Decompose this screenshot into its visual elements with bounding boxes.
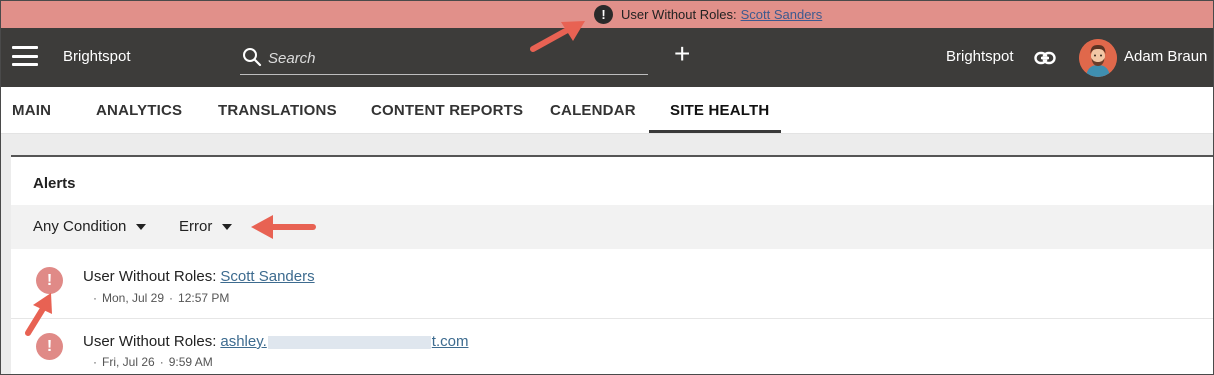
alert-user-link[interactable]: ashley. t.com: [220, 333, 468, 350]
annotation-arrow: [25, 293, 52, 336]
alert-time: 9:59 AM: [168, 355, 213, 369]
alert-title-text: User Without Roles:: [83, 333, 217, 350]
tab-site-health[interactable]: SITE HEALTH: [670, 102, 769, 119]
alert-meta: · Mon, Jul 29 · 12:57 PM: [93, 291, 230, 305]
tab-calendar[interactable]: CALENDAR: [550, 102, 636, 119]
link-icon[interactable]: [1034, 48, 1056, 68]
panel-title: Alerts: [33, 175, 76, 192]
alert-link-start: ashley.: [220, 333, 267, 350]
exclamation-icon: !: [594, 4, 613, 24]
site-switcher[interactable]: Brightspot: [946, 48, 1014, 65]
condition-filter-label: Any Condition: [33, 218, 127, 235]
alert-row[interactable]: ! User Without Roles: ashley. t.com · Fri, …: [11, 319, 1213, 374]
alert-title: User Without Roles: ashley. t.com: [83, 333, 468, 350]
alert-date: Fri, Jul 26: [102, 355, 155, 369]
alert-time: 12:57 PM: [178, 291, 230, 305]
severity-filter-label: Error: [179, 218, 213, 235]
severity-filter-dropdown[interactable]: Error: [179, 218, 233, 235]
alert-row[interactable]: ! User Without Roles: Scott Sanders · Mon,…: [11, 249, 1213, 317]
caret-down-icon: [222, 223, 233, 230]
annotation-arrow: [251, 215, 316, 239]
alert-title-text: User Without Roles:: [83, 268, 217, 285]
redacted-text: [267, 335, 431, 349]
active-tab-indicator: [649, 130, 781, 133]
alert-date: Mon, Jul 29: [102, 291, 165, 305]
user-name[interactable]: Adam Braun: [1124, 48, 1207, 65]
banner-content: ! User Without Roles: Scott Sanders: [594, 3, 822, 25]
alert-link-end: t.com: [431, 333, 469, 350]
banner-text: User Without Roles:: [621, 6, 737, 22]
plus-icon[interactable]: +: [674, 40, 690, 68]
condition-filter-dropdown[interactable]: Any Condition: [33, 218, 147, 235]
banner-user-link[interactable]: Scott Sanders: [741, 7, 823, 22]
search-icon[interactable]: [242, 47, 262, 67]
alerts-panel: Alerts Any Condition Error ! User Withou…: [11, 155, 1213, 374]
error-icon: !: [36, 267, 63, 294]
alert-banner: ! User Without Roles: Scott Sanders: [1, 1, 1213, 28]
menu-icon[interactable]: [12, 46, 38, 66]
avatar[interactable]: [1079, 39, 1117, 77]
top-header: Brightspot + Brightspot: [1, 28, 1213, 87]
caret-down-icon: [136, 223, 147, 230]
brand-name[interactable]: Brightspot: [63, 48, 131, 65]
tab-analytics[interactable]: ANALYTICS: [96, 102, 182, 119]
filter-bar: Any Condition Error: [11, 205, 1213, 249]
app-window: ! User Without Roles: Scott Sanders Brig…: [0, 0, 1214, 375]
tab-translations[interactable]: TRANSLATIONS: [218, 102, 337, 119]
tab-bar: MAIN ANALYTICS TRANSLATIONS CONTENT REPO…: [1, 87, 1213, 134]
alert-user-link[interactable]: Scott Sanders: [220, 268, 314, 285]
tab-main[interactable]: MAIN: [12, 102, 51, 119]
alert-title: User Without Roles: Scott Sanders: [83, 268, 315, 285]
tab-content-reports[interactable]: CONTENT REPORTS: [371, 102, 523, 119]
alert-meta: · Fri, Jul 26 · 9:59 AM: [93, 355, 213, 369]
annotation-arrow: [530, 21, 585, 52]
